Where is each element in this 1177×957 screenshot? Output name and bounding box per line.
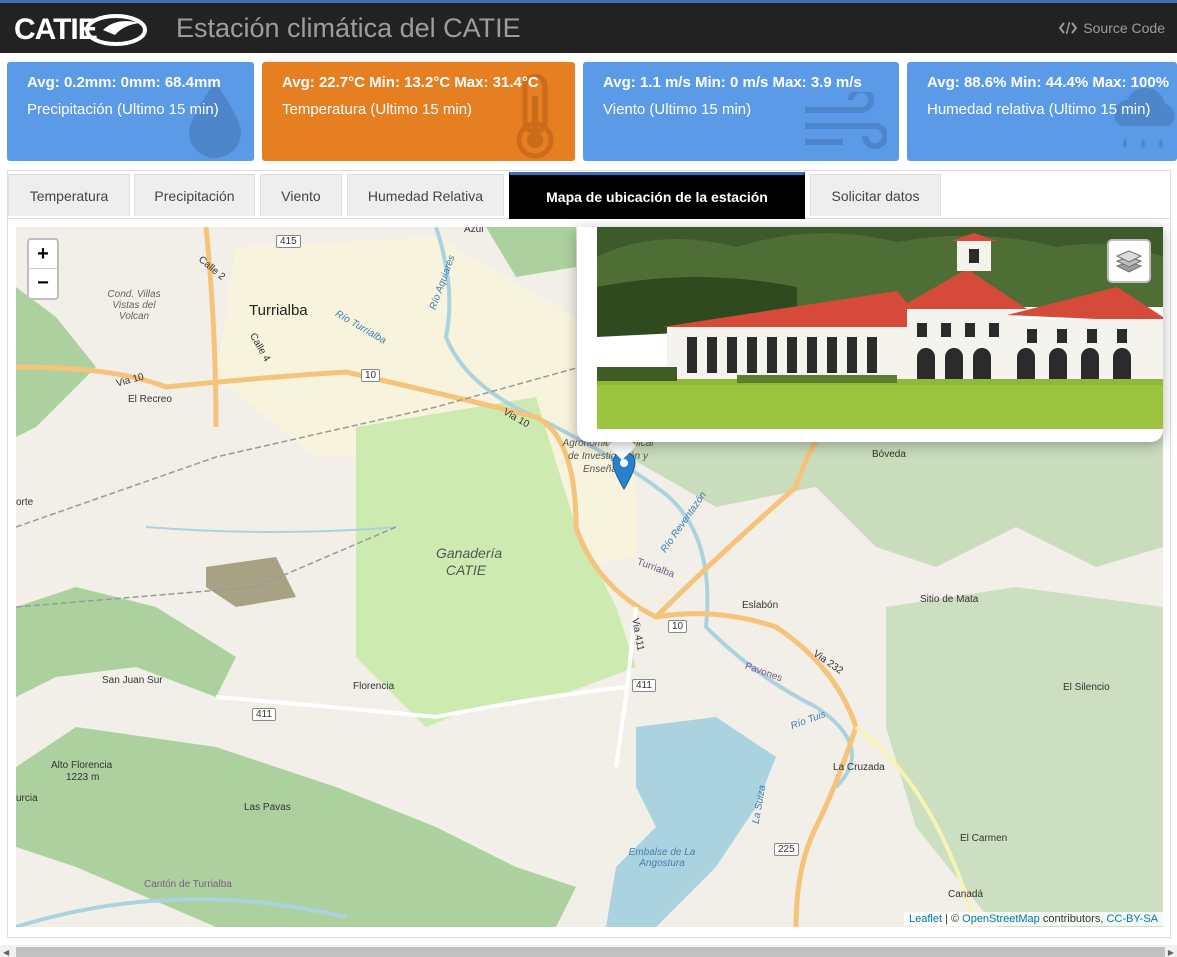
place-orte: orte [16, 497, 34, 508]
place-cond-villas: Cond. Villas Vistas del Volcan [107, 289, 161, 322]
layers-button[interactable] [1107, 239, 1151, 283]
place-canton-turrialba: Cantón de Turrialba [144, 879, 232, 890]
attribution-contributors: contributors, [1039, 913, 1107, 925]
scroll-left-arrow-icon[interactable]: ◀ [3, 948, 9, 957]
tab-bar: Temperatura Precipitación Viento Humedad… [8, 171, 1170, 219]
scroll-right-arrow-icon[interactable]: ▶ [1168, 948, 1174, 957]
layers-icon [1115, 250, 1143, 273]
tab-mapa-ubicacion[interactable]: Mapa de ubicación de la estación [509, 172, 805, 219]
zoom-control: + − [27, 238, 59, 300]
osm-link[interactable]: OpenStreetMap [962, 913, 1040, 925]
road-shield-411: 411 [632, 679, 656, 692]
wind-label: Viento (Ultimo 15 min) [603, 101, 752, 118]
code-icon [1059, 21, 1078, 35]
temperature-label: Temperatura (Ultimo 15 min) [282, 101, 473, 118]
station-photo [597, 227, 1163, 429]
road-shield-415: 415 [276, 235, 301, 248]
place-urcia: urcia [16, 793, 38, 804]
logo-swoosh-icon [84, 14, 147, 46]
navbar: CATIE Estación climática del CATIE Sourc… [0, 3, 1177, 53]
precipitation-stats: Avg: 0.2mm: 0mm: 68.4mm [27, 74, 221, 91]
zoom-in-button[interactable]: + [29, 240, 57, 269]
wind-card: Avg: 1.1 m/s Min: 0 m/s Max: 3.9 m/s Vie… [583, 62, 899, 161]
wind-icon [805, 92, 887, 149]
zoom-out-button[interactable]: − [29, 269, 57, 298]
place-las-pavas: Las Pavas [244, 802, 291, 813]
humidity-card: Avg: 88.6% Min: 44.4% Max: 100% Humedad … [907, 62, 1177, 161]
road-shield-411-b: 411 [252, 708, 276, 721]
road-shield-10-b: 10 [668, 620, 688, 633]
temperature-stats: Avg: 22.7°C Min: 13.2°C Max: 31.4°C [282, 74, 539, 91]
place-boveda: Bóveda [872, 449, 906, 460]
place-eslabon: Eslabón [742, 600, 779, 611]
place-ganaderia-catie: Ganadería CATIE [436, 545, 503, 578]
place-el-silencio: El Silencio [1063, 682, 1110, 693]
tab-solicitar-datos[interactable]: Solicitar datos [810, 174, 941, 216]
temperature-card: Avg: 22.7°C Min: 13.2°C Max: 31.4°C Temp… [262, 62, 575, 161]
source-code-link[interactable]: Source Code [1059, 20, 1165, 36]
tab-viento[interactable]: Viento [260, 174, 342, 216]
station-building-image [597, 227, 1163, 429]
catie-logo[interactable]: CATIE [14, 13, 147, 47]
place-alto-florencia-elevation: 1223 m [66, 772, 100, 783]
horizontal-scrollbar[interactable]: ◀ ▶ [0, 945, 1177, 957]
page-title: Estación climática del CATIE [176, 13, 521, 43]
place-azul: Azul [464, 227, 484, 235]
place-san-juan-sur: San Juan Sur [102, 675, 163, 686]
map-attribution: Leaflet | © OpenStreetMap contributors, … [903, 912, 1163, 926]
tab-precipitacion[interactable]: Precipitación [134, 174, 255, 216]
rain-cloud-icon [1114, 87, 1175, 148]
place-embalse-la-angostura: Embalse de La Angostura [628, 847, 696, 869]
road-shield-225: 225 [774, 843, 799, 856]
place-canada: Canadá [948, 889, 984, 900]
precipitation-card: Avg: 0.2mm: 0mm: 68.4mm Precipitación (U… [7, 62, 254, 161]
place-sitio-de-mata: Sitio de Mata [920, 594, 979, 605]
source-code-label: Source Code [1083, 20, 1165, 36]
place-florencia: Florencia [353, 681, 395, 692]
leaflet-link[interactable]: Leaflet [909, 913, 942, 925]
humidity-stats: Avg: 88.6% Min: 44.4% Max: 100% [927, 74, 1170, 91]
attribution-separator: | © [942, 913, 963, 925]
place-el-carmen: El Carmen [960, 833, 1008, 844]
wind-stats: Avg: 1.1 m/s Min: 0 m/s Max: 3.9 m/s [603, 74, 862, 91]
precipitation-label: Precipitación (Ultimo 15 min) [27, 101, 219, 118]
scrollbar-thumb[interactable] [16, 947, 1165, 957]
humidity-label: Humedad relativa (Ultimo 15 min) [927, 101, 1151, 118]
tab-temperatura[interactable]: Temperatura [8, 174, 130, 216]
place-la-cruzada: La Cruzada [833, 762, 885, 773]
place-catie-campus: Agronómico Tropical de Investigación y E… [562, 438, 654, 475]
place-turrialba: Turrialba [249, 302, 308, 319]
road-shield-10: 10 [361, 369, 381, 382]
place-el-recreo: El Recreo [128, 394, 172, 405]
license-link[interactable]: CC-BY-SA [1106, 913, 1158, 925]
place-alto-florencia: Alto Florencia [51, 760, 113, 771]
tab-humedad-relativa[interactable]: Humedad Relativa [347, 174, 504, 216]
